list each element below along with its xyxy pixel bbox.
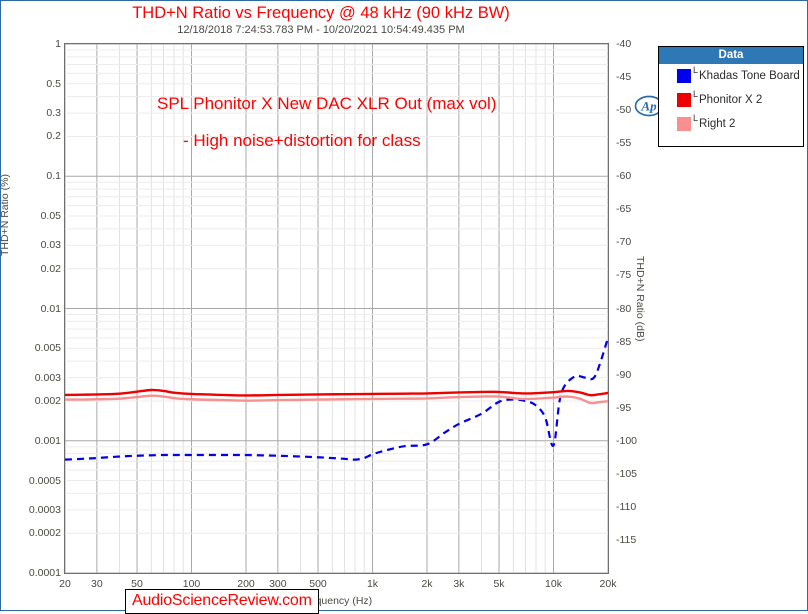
y-tick-right: -75 [616,269,632,282]
x-tick: 100 [182,578,201,590]
legend-item-label: Right 2 [699,118,736,130]
x-tick: 1k [366,578,379,590]
legend-item-1[interactable]: L Phonitor X 2 [659,88,803,112]
legend-swatch-icon [677,117,691,131]
y-tick-left: 0.0001 [28,567,61,579]
y-tick-left: 0.005 [34,342,61,355]
x-tick: 10k [545,578,562,590]
annotation-line-2: - High noise+distortion for class [183,131,421,150]
svg-text:Ap: Ap [640,99,657,114]
y-tick-left: 0.3 [46,107,61,120]
legend-swatch-icon [677,93,691,107]
legend-corner-icon: L [693,65,699,75]
x-tick: 3k [453,578,465,590]
y-tick-left: 0.003 [34,371,61,384]
x-tick: 500 [309,578,327,590]
legend-item-label: Phonitor X 2 [699,94,763,106]
y-tick-left: 0.02 [40,262,61,275]
y-tick-right: -105 [616,467,638,480]
x-tick: 20 [59,578,71,590]
legend-header: Data [659,47,803,64]
plot-canvas [65,44,608,573]
y-tick-left: 0.002 [34,394,61,407]
legend-item-2[interactable]: L Right 2 [659,112,803,136]
x-tick: 5k [493,578,505,590]
legend-rows: L Khadas Tone Board L Phonitor X 2 L Right 2 [659,64,803,136]
y-tick-right: -70 [616,236,632,249]
y-tick-left: 0.1 [46,170,61,183]
y-tick-left: 0.05 [40,210,61,223]
y-tick-left: 0.03 [40,239,61,252]
y-axis-left-label: THD+N Ratio (%) [0,174,11,256]
y-tick-right: -60 [616,170,632,183]
y-tick-left: 0.5 [46,77,61,90]
legend-corner-icon: L [693,89,699,99]
y-tick-right: -100 [616,434,638,447]
chart-window: THD+N Ratio vs Frequency @ 48 kHz (90 kH… [0,0,808,614]
y-tick-right: -45 [616,71,632,84]
legend-item-label: Khadas Tone Board [699,70,800,82]
x-tick: 30 [91,578,103,590]
x-tick: 200 [237,578,255,590]
y-tick-right: -110 [616,500,637,513]
series-line-1 [65,388,608,397]
y-tick-right: -90 [616,368,632,381]
y-tick-right: -65 [616,203,632,216]
y-tick-left: 0.0002 [28,527,61,540]
chart-title: THD+N Ratio vs Frequency @ 48 kHz (90 kH… [132,4,510,22]
y-tick-right: -40 [616,38,632,50]
legend: Data L Khadas Tone Board L Phonitor X 2 L Rig… [658,46,804,147]
watermark: AudioScienceReview.com [125,589,319,614]
y-tick-left: 0.0005 [28,474,61,487]
y-tick-left: 0.01 [40,302,61,315]
legend-swatch-icon [677,69,691,83]
y-tick-right: -55 [616,137,632,150]
legend-item-0[interactable]: L Khadas Tone Board [659,64,803,88]
x-tick: 50 [131,578,143,590]
chart-subtitle: 12/18/2018 7:24:53.783 PM - 10/20/2021 1… [177,24,465,36]
legend-corner-icon: L [693,113,699,123]
plot-area: SPL Phonitor X New DAC XLR Out (max vol)… [64,43,664,614]
x-tick: 2k [421,578,433,590]
y-tick-right: -95 [616,401,632,414]
x-tick: 20k [599,578,617,590]
y-tick-left: 0.001 [34,434,61,447]
y-tick-left: 1 [55,38,61,50]
y-tick-right: -50 [616,104,632,117]
y-axis-right-label: THD+N Ratio (dB) [634,256,646,342]
y-tick-left: 0.2 [46,130,61,143]
x-tick: 300 [269,578,287,590]
y-tick-left: 0.0003 [28,503,61,516]
annotation-line-1: SPL Phonitor X New DAC XLR Out (max vol) [157,94,497,113]
series-line-2 [65,394,608,405]
y-tick-right: -115 [616,533,637,546]
y-tick-right: -85 [616,335,632,348]
x-axis-label: Frequency (Hz) [299,595,373,607]
y-tick-right: -80 [616,302,632,315]
